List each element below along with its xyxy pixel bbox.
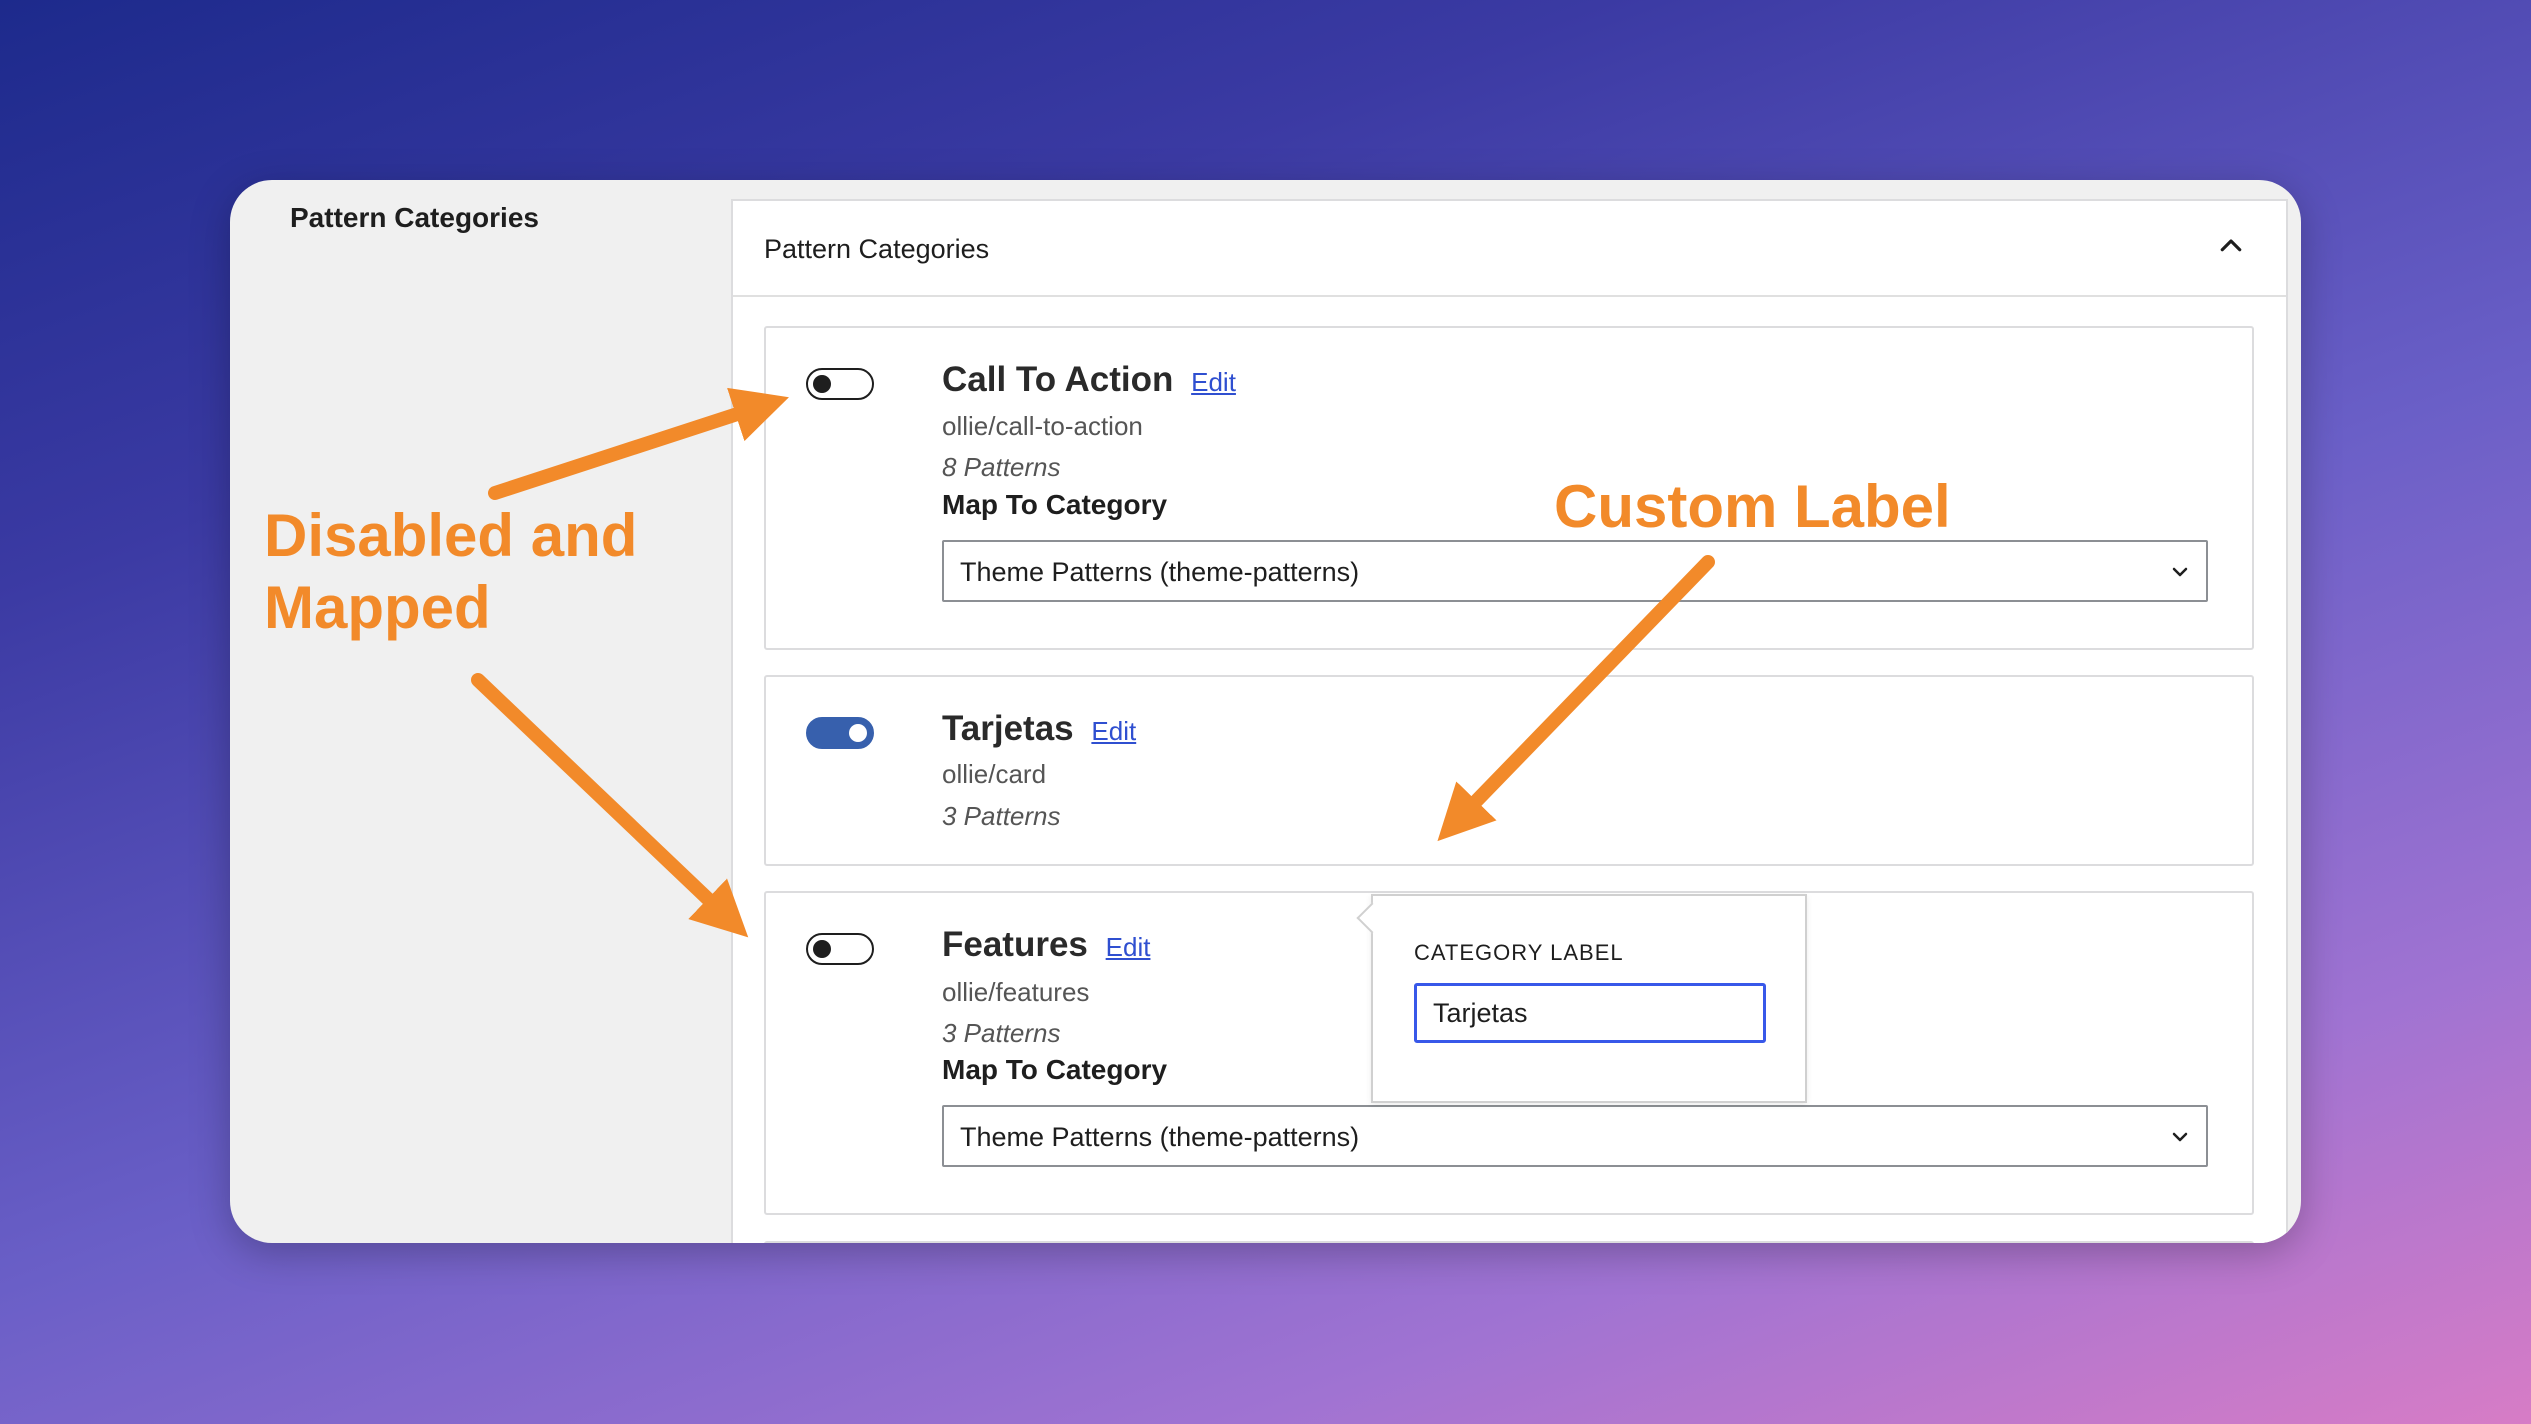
annotation-arrows	[471, 387, 1715, 938]
arrow-to-call-to-action-toggle	[488, 387, 789, 500]
arrow-to-label-input	[1437, 555, 1715, 842]
arrow-to-features-toggle	[471, 673, 749, 938]
